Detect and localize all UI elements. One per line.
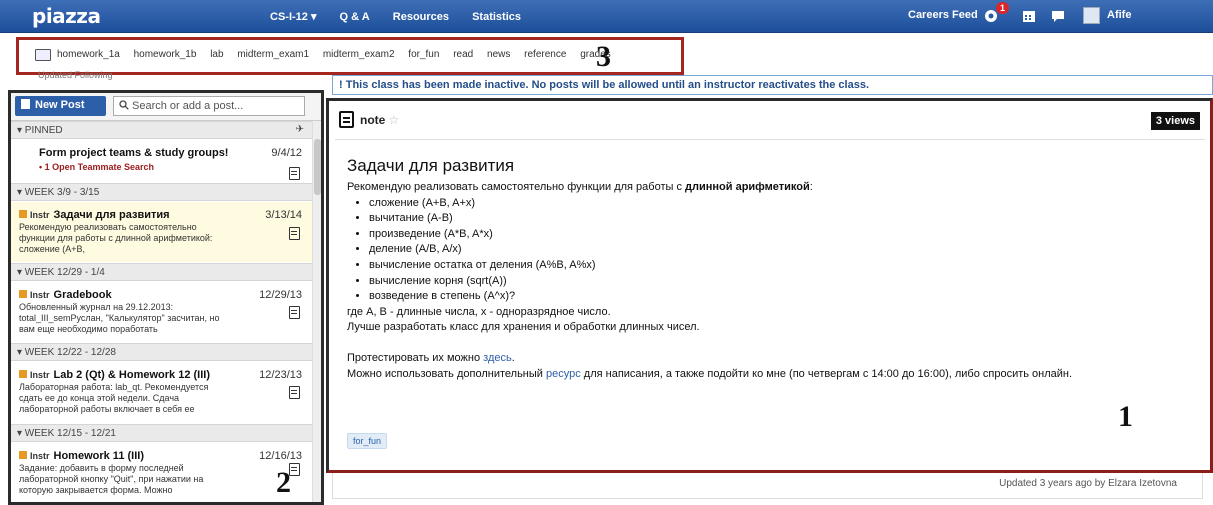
group-week-12-22[interactable]: ▾ WEEK 12/22 - 12/28 <box>11 343 312 361</box>
resource-link[interactable]: ресурс <box>546 368 581 380</box>
group-pinned[interactable]: ▾ PINNED ✈ <box>11 121 312 139</box>
note-icon <box>339 111 354 128</box>
operations-list: сложение (A+B, A+x) вычитание (A-B) прои… <box>369 196 1197 305</box>
instructor-icon <box>19 290 27 298</box>
folder-for-fun[interactable]: for_fun <box>408 49 439 60</box>
note-icon <box>289 227 300 240</box>
folder-lab[interactable]: lab <box>210 49 223 60</box>
group-week-12-29[interactable]: ▾ WEEK 12/29 - 1/4 <box>11 263 312 281</box>
search-icon <box>119 100 129 110</box>
note-icon <box>289 386 300 399</box>
calendar-icon[interactable] <box>1022 9 1036 23</box>
scroll-thumb[interactable] <box>314 139 321 195</box>
updated-by: Updated 3 years ago by Elzara Izetovna <box>999 478 1177 489</box>
folder-icon <box>35 49 51 61</box>
group-week-3-9[interactable]: ▾ WEEK 3/9 - 3/15 <box>11 183 312 201</box>
updated-following-line: Updated Following <box>38 70 113 80</box>
divider <box>335 139 1205 140</box>
note-body: Рекомендую реализовать самостоятельно фу… <box>347 180 1197 382</box>
chat-icon[interactable] <box>1051 9 1065 23</box>
class-selector[interactable]: CS-I-12 ▾ <box>270 11 316 23</box>
note-header: note ☆ <box>339 111 399 128</box>
list-item[interactable]: Instr Gradebook Обновленный журнал на 29.… <box>11 282 312 342</box>
folder-reference[interactable]: reference <box>524 49 566 60</box>
note-panel: note ☆ 3 views Задачи для развития Рекоме… <box>326 98 1213 473</box>
folder-read[interactable]: read <box>453 49 473 60</box>
tag-for-fun[interactable]: for_fun <box>347 433 388 449</box>
annotation-label-1: 1 <box>1118 400 1133 433</box>
feed-scrollbar[interactable] <box>312 121 321 502</box>
group-week-12-15[interactable]: ▾ WEEK 12/15 - 12/21 <box>11 424 312 442</box>
new-post-button[interactable]: New Post <box>15 96 106 116</box>
post-feed: New Post Search or add a post... ▾ PINNE… <box>8 90 324 505</box>
notification-badge: 1 <box>996 2 1010 14</box>
folder-midterm-exam2[interactable]: midterm_exam2 <box>323 49 395 60</box>
folder-homework-1a[interactable]: homework_1a <box>57 49 120 60</box>
folder-news[interactable]: news <box>487 49 510 60</box>
nav-statistics[interactable]: Statistics <box>472 11 521 23</box>
inactive-class-banner: ! This class has been made inactive. No … <box>332 75 1213 95</box>
avatar[interactable] <box>1083 7 1100 24</box>
list-item[interactable]: Form project teams & study groups! • 1 O… <box>11 147 312 187</box>
list-item[interactable]: Instr Homework 11 (III) Задание: добавить… <box>11 443 312 502</box>
folder-homework-1b[interactable]: homework_1b <box>134 49 197 60</box>
nav-resources[interactable]: Resources <box>393 11 449 23</box>
new-post-icon <box>21 99 30 109</box>
note-icon <box>289 306 300 319</box>
nav-qa[interactable]: Q & A <box>340 11 370 23</box>
test-link[interactable]: здесь <box>483 352 512 364</box>
star-icon[interactable]: ☆ <box>388 113 399 127</box>
user-name[interactable]: Afife <box>1107 9 1131 21</box>
careers-feed-link[interactable]: Careers Feed <box>908 9 978 21</box>
folder-midterm-exam1[interactable]: midterm_exam1 <box>237 49 309 60</box>
feed-toolbar: New Post Search or add a post... <box>11 93 321 121</box>
annotation-label-2: 2 <box>276 466 291 499</box>
instructor-icon <box>19 210 27 218</box>
folder-bar: homework_1a homework_1b lab midterm_exam… <box>16 37 684 75</box>
annotation-label-3: 3 <box>596 40 611 73</box>
note-title: Задачи для развития <box>347 156 515 175</box>
pin-icon: ✈ <box>295 124 304 135</box>
list-item[interactable]: Instr Задачи для развития Рекомендую реал… <box>11 202 312 262</box>
views-badge: 3 views <box>1150 112 1200 130</box>
piazza-logo[interactable]: piazza <box>32 4 101 28</box>
folder-list: homework_1a homework_1b lab midterm_exam… <box>57 49 622 60</box>
class-nav: CS-I-12 ▾ Q & A Resources Statistics <box>270 10 541 23</box>
list-item[interactable]: Instr Lab 2 (Qt) & Homework 12 (III) Лабо… <box>11 362 312 422</box>
instructor-icon <box>19 370 27 378</box>
note-icon <box>289 167 300 180</box>
search-input[interactable]: Search or add a post... <box>113 96 305 116</box>
instructor-icon <box>19 451 27 459</box>
top-navbar: piazza CS-I-12 ▾ Q & A Resources Statist… <box>0 0 1213 33</box>
